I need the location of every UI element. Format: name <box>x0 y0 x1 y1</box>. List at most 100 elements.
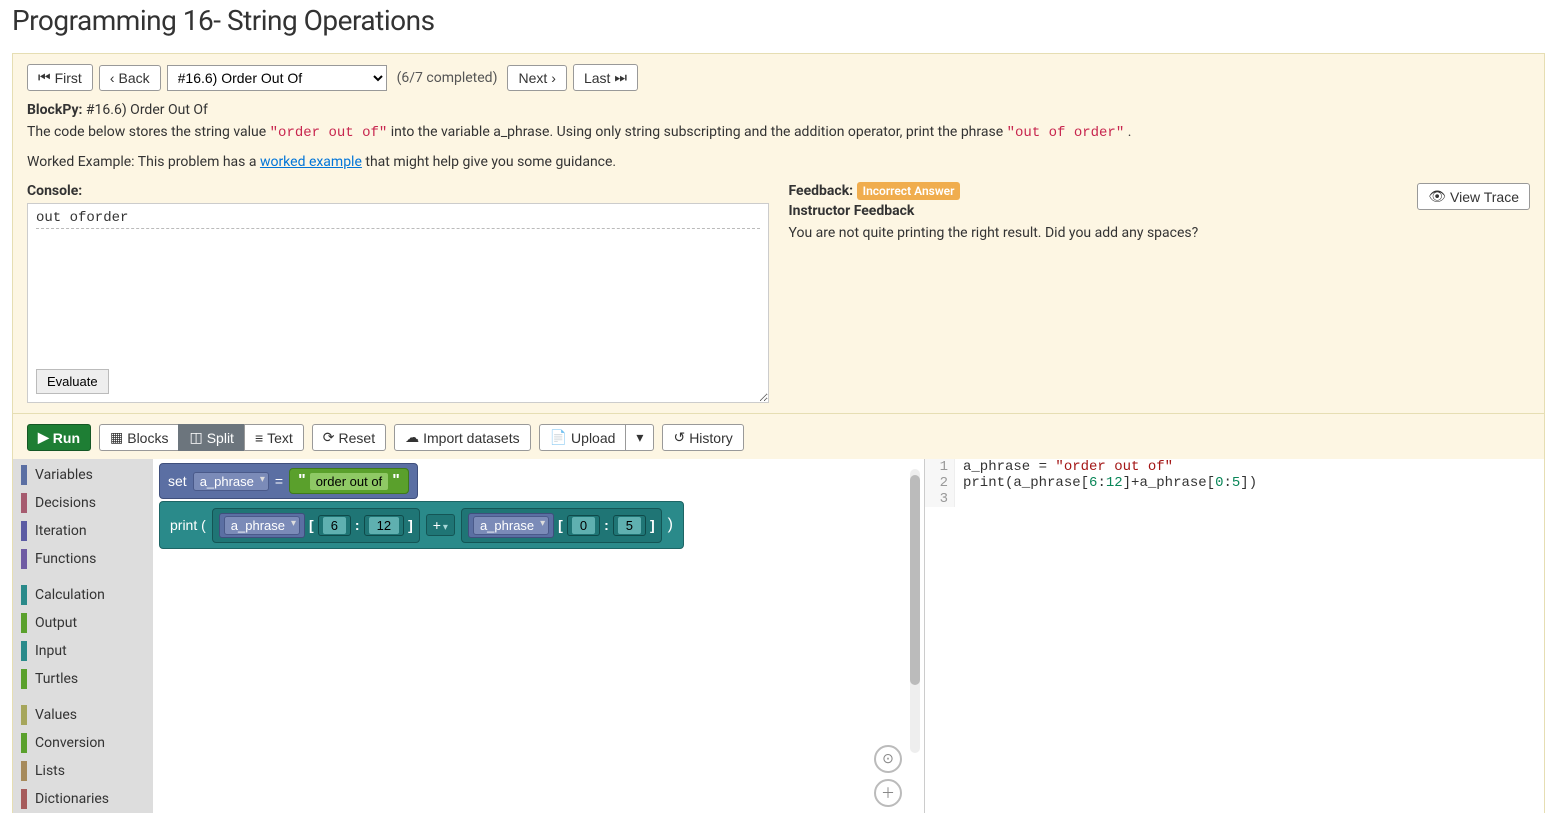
code-line-3[interactable]: 3 <box>925 491 1544 507</box>
category-swatch <box>21 585 27 605</box>
close-paren: ) <box>668 516 673 534</box>
line-number-3: 3 <box>925 491 955 507</box>
feedback-badge: Incorrect Answer <box>857 182 961 200</box>
zoom-center-button[interactable]: ⊙ <box>874 745 902 773</box>
first-button[interactable]: ⏮First <box>27 64 93 91</box>
zoom-in-button[interactable]: ＋ <box>874 779 902 807</box>
split-button[interactable]: ◫ Split <box>178 424 243 451</box>
completed-count: (6/7 completed) <box>397 70 498 86</box>
variable-dropdown-2[interactable]: a_phrase <box>473 516 549 535</box>
blocks-button[interactable]: ▦ Blocks <box>99 424 178 451</box>
category-label: Calculation <box>35 587 105 603</box>
back-icon: ‹ <box>110 70 115 86</box>
next-button[interactable]: Next› <box>507 65 566 91</box>
category-calculation[interactable]: Calculation <box>13 581 153 609</box>
category-swatch <box>21 669 27 689</box>
problem-select[interactable]: #16.6) Order Out Of <box>167 65 387 91</box>
category-swatch <box>21 641 27 661</box>
upload-button[interactable]: 📄 Upload <box>539 424 626 451</box>
block-subscript-2[interactable]: a_phrase [ 0 : 5 ] <box>461 508 662 543</box>
blockpy-label: BlockPy: <box>27 102 82 118</box>
history-button[interactable]: ↺ History <box>662 424 743 451</box>
problem-description: BlockPy: #16.6) Order Out Of The code be… <box>27 99 1530 145</box>
upload-group: 📄 Upload ▾ <box>539 424 655 451</box>
category-dictionaries[interactable]: Dictionaries <box>13 785 153 813</box>
category-swatch <box>21 789 27 809</box>
chevron-down-icon: ▾ <box>636 429 643 446</box>
block-number-1b[interactable]: 12 <box>364 515 404 536</box>
problem-id: #16.6) Order Out Of <box>86 102 208 118</box>
console-output[interactable]: out oforder Evaluate <box>27 203 769 403</box>
block-number-2b[interactable]: 5 <box>613 515 646 536</box>
eye-icon: 👁 <box>1428 188 1446 205</box>
variable-dropdown[interactable]: a_phrase <box>193 472 269 491</box>
category-swatch <box>21 705 27 725</box>
text-icon: ≡ <box>255 430 263 446</box>
run-button[interactable]: ▶ Run <box>27 424 91 451</box>
view-trace-button[interactable]: 👁 View Trace <box>1417 183 1530 210</box>
category-swatch <box>21 613 27 633</box>
block-variable-1[interactable]: a_phrase <box>219 513 305 538</box>
evaluate-button[interactable]: Evaluate <box>36 369 109 394</box>
import-datasets-button[interactable]: ☁ Import datasets <box>394 424 531 451</box>
play-icon: ▶ <box>38 429 49 446</box>
category-label: Dictionaries <box>35 791 109 807</box>
back-button[interactable]: ‹Back <box>99 65 161 91</box>
blocks-canvas[interactable]: set a_phrase = " order out of " print ( … <box>153 459 924 813</box>
editor-area: Variables Decisions IterationFunctions Calc… <box>12 459 1545 813</box>
category-values[interactable]: Values <box>13 701 153 729</box>
category-turtles[interactable]: Turtles <box>13 665 153 693</box>
category-swatch <box>21 549 27 569</box>
block-number-2a[interactable]: 0 <box>567 515 600 536</box>
category-decisions[interactable]: Decisions <box>13 489 153 517</box>
category-label: Variables <box>35 467 93 483</box>
code-line-2[interactable]: 2 print(a_phrase[6:12]+a_phrase[0:5]) <box>925 475 1544 491</box>
block-subscript-1[interactable]: a_phrase [ 6 : 12 ] <box>212 508 420 543</box>
variable-dropdown-1[interactable]: a_phrase <box>224 516 300 535</box>
category-input[interactable]: Input <box>13 637 153 665</box>
code-line-1[interactable]: 1 a_phrase = "order out of" <box>925 459 1544 475</box>
line-number-1: 1 <box>925 459 955 475</box>
operator-dropdown-icon[interactable] <box>443 517 448 533</box>
canvas-scrollbar[interactable] <box>910 469 920 753</box>
category-output[interactable]: Output <box>13 609 153 637</box>
upload-dropdown-button[interactable]: ▾ <box>625 424 654 451</box>
category-iteration[interactable]: Iteration <box>13 517 153 545</box>
text-button[interactable]: ≡ Text <box>244 424 304 451</box>
category-separator <box>13 573 153 581</box>
category-conversion[interactable]: Conversion <box>13 729 153 757</box>
file-icon: 📄 <box>550 429 567 446</box>
category-functions[interactable]: Functions <box>13 545 153 573</box>
worked-example-link[interactable]: worked example <box>260 154 362 170</box>
last-button[interactable]: Last⏭ <box>573 64 638 91</box>
category-label: Turtles <box>35 671 78 687</box>
console-line: out oforder <box>36 210 760 229</box>
close-quote-icon: " <box>392 472 400 490</box>
block-print[interactable]: print ( a_phrase [ 6 : 12 ] + a_phrase [… <box>159 501 684 549</box>
category-variables[interactable]: Variables <box>13 461 153 489</box>
equals-label: = <box>275 473 283 489</box>
line-number-2: 2 <box>925 475 955 491</box>
category-swatch <box>21 465 27 485</box>
grid-icon: ▦ <box>110 429 123 446</box>
code-pane[interactable]: 1 a_phrase = "order out of" 2 print(a_ph… <box>924 459 1544 813</box>
category-separator <box>13 693 153 701</box>
block-number-1a[interactable]: 6 <box>318 515 351 536</box>
block-plus-operator[interactable]: + <box>426 514 455 536</box>
open-quote-icon: " <box>298 472 306 490</box>
block-string-literal[interactable]: " order out of " <box>289 468 409 494</box>
print-label: print ( <box>170 517 206 533</box>
reset-button[interactable]: ⟳ Reset <box>312 424 386 451</box>
editor-toolbar: ▶ Run ▦ Blocks ◫ Split ≡ Text ⟳ Reset ☁ … <box>12 414 1545 459</box>
nav-row: ⏮First ‹Back #16.6) Order Out Of (6/7 co… <box>27 64 1530 91</box>
block-set-variable[interactable]: set a_phrase = " order out of " <box>159 463 418 499</box>
category-lists[interactable]: Lists <box>13 757 153 785</box>
string-value[interactable]: order out of <box>310 473 389 490</box>
scrollbar-thumb[interactable] <box>910 475 920 685</box>
block-variable-2[interactable]: a_phrase <box>468 513 554 538</box>
category-label: Input <box>35 643 67 659</box>
history-icon: ↺ <box>673 429 685 446</box>
category-label: Decisions <box>35 495 96 511</box>
category-swatch <box>21 761 27 781</box>
category-label: Lists <box>35 763 65 779</box>
